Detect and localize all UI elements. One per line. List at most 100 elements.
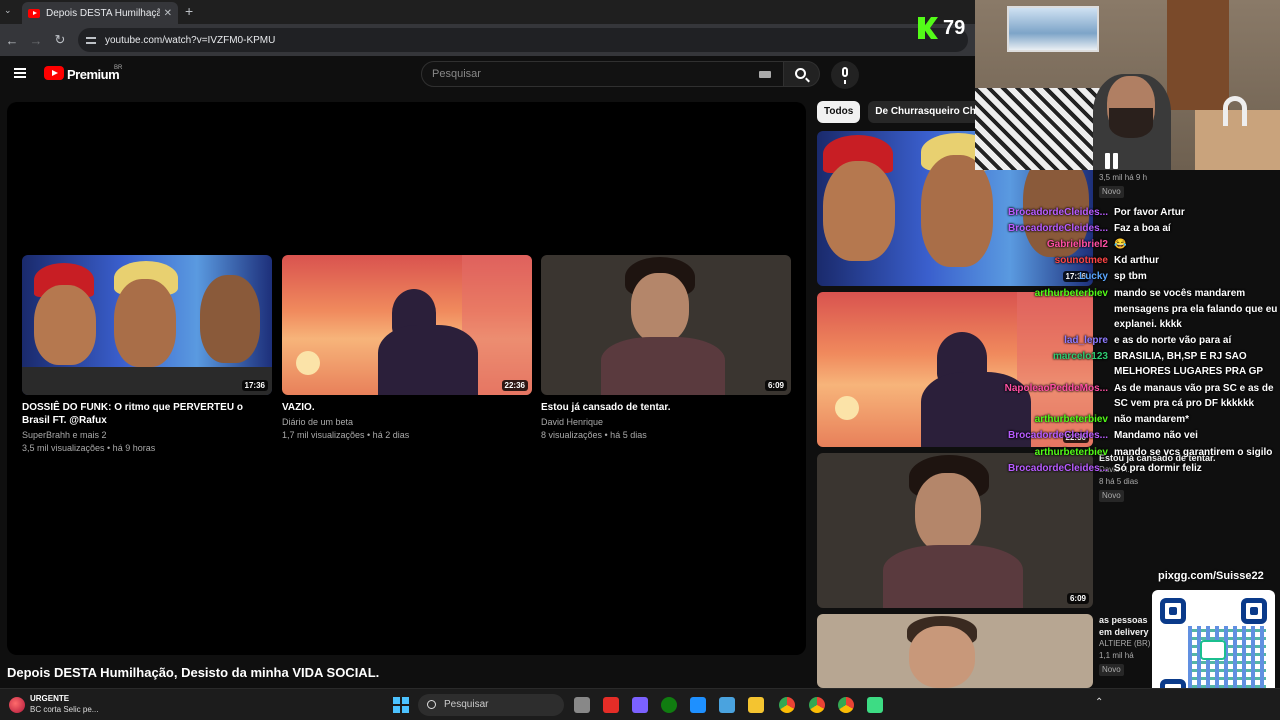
donation-link: pixgg.com/Suisse22 xyxy=(1158,570,1264,582)
chat-text: MELHORES LUGARES PRA GP xyxy=(1114,366,1264,377)
keyboard-icon[interactable] xyxy=(759,71,771,78)
endscreen-channel[interactable]: SuperBrahh e mais 2 xyxy=(22,429,272,442)
chat-username[interactable]: arthurbeterbiev xyxy=(1035,288,1108,299)
browser-tabstrip: ⌄ Depois DESTA Humilhação, Des ✕ + xyxy=(0,0,975,24)
endscreen-title[interactable]: Estou já cansado de tentar. xyxy=(541,401,791,414)
site-info-icon[interactable] xyxy=(86,35,96,45)
new-badge: Novo xyxy=(1099,664,1124,676)
sidebar-video-info[interactable]: 3,5 mil há 9 h Novo xyxy=(1099,172,1147,198)
sidebar-thumbnail[interactable] xyxy=(817,614,1093,688)
search-icon xyxy=(427,700,436,709)
video-duration: 17:36 xyxy=(241,380,268,391)
chat-text: mando se vcs garantirem o sigilo xyxy=(1114,447,1273,458)
app-icon[interactable] xyxy=(867,697,883,713)
start-icon[interactable] xyxy=(393,697,409,713)
tab-close-icon[interactable]: ✕ xyxy=(164,8,172,19)
windows-taskbar: URGENTE BC corta Selic pe... Pesquisar ⌃ xyxy=(0,688,1280,720)
chrome-icon[interactable] xyxy=(779,697,795,713)
endscreen-stats: 3,5 mil visualizações • há 9 horas xyxy=(22,443,156,453)
headset-icon xyxy=(1223,96,1247,126)
endscreen-thumbnail[interactable]: 17:36 xyxy=(22,255,272,395)
viewer-count: 79 xyxy=(943,17,966,39)
endscreen-stats: 8 visualizações • há 5 dias xyxy=(541,430,647,440)
reload-icon[interactable]: ↻ xyxy=(48,32,72,48)
chat-username[interactable]: BrocadordeCleides... xyxy=(1008,223,1108,234)
search-placeholder: Pesquisar xyxy=(432,68,481,80)
qr-logo-icon xyxy=(1200,640,1226,660)
tab-title: Depois DESTA Humilhação, Des xyxy=(46,7,160,19)
qr-finder-icon xyxy=(1241,598,1267,624)
chat-text: Só pra dormir feliz xyxy=(1114,463,1202,474)
chat-username[interactable]: arthurbeterbiev xyxy=(1035,414,1108,425)
xbox-icon[interactable] xyxy=(661,697,677,713)
microphone-icon xyxy=(842,67,848,84)
chrome-icon[interactable] xyxy=(809,697,825,713)
youtube-app-icon[interactable] xyxy=(603,697,619,713)
sidebar-video-info[interactable]: as pessoas em delivery ALTIERE (BR) 1,1 m… xyxy=(1099,614,1150,676)
news-subtitle[interactable]: BC corta Selic pe... xyxy=(30,705,98,714)
chat-username[interactable]: BrocadordeCleides... xyxy=(1008,207,1108,218)
sidebar-channel[interactable]: ALTIERE (BR) xyxy=(1099,638,1150,650)
sidebar-title[interactable]: as pessoas em delivery xyxy=(1099,614,1150,638)
new-tab-icon[interactable]: + xyxy=(185,3,193,19)
sidebar-video-info[interactable]: Estou já cansado de tentar. David H... 8… xyxy=(1099,452,1216,502)
back-icon[interactable]: ← xyxy=(0,33,24,48)
endscreen-title[interactable]: VAZIO. xyxy=(282,401,532,414)
address-bar[interactable]: youtube.com/watch?v=IVZFM0-KPMU xyxy=(78,28,968,52)
news-headline[interactable]: URGENTE xyxy=(30,694,69,703)
app-icon[interactable] xyxy=(719,697,735,713)
chat-text: Por favor Artur xyxy=(1114,207,1185,218)
chat-username[interactable]: marcelo123 xyxy=(1053,351,1108,362)
browser-tab[interactable]: Depois DESTA Humilhação, Des ✕ xyxy=(22,2,178,24)
task-view-icon[interactable] xyxy=(574,697,590,713)
sidebar-stats: 3,5 mil há 9 h xyxy=(1099,173,1148,182)
qr-finder-icon xyxy=(1160,598,1186,624)
endscreen-card[interactable]: 22:36 VAZIO. Diário de um beta 1,7 mil v… xyxy=(282,255,532,442)
chat-username[interactable]: arthurbeterbiev xyxy=(1035,447,1108,458)
notepad-icon[interactable] xyxy=(690,697,706,713)
endscreen-channel[interactable]: Diário de um beta xyxy=(282,416,532,429)
endscreen-channel[interactable]: David Henrique xyxy=(541,416,791,429)
chat-text: mando se vocês mandarem xyxy=(1114,288,1246,299)
chat-username[interactable]: BrocadordeCleides... xyxy=(1008,463,1108,474)
endscreen-card[interactable]: 6:09 Estou já cansado de tentar. David H… xyxy=(541,255,791,442)
chat-text: não mandarem* xyxy=(1114,414,1190,425)
chip-all[interactable]: Todos xyxy=(817,101,861,123)
video-duration: 6:09 xyxy=(1066,593,1089,604)
endscreen-card[interactable]: 17:36 DOSSIÊ DO FUNK: O ritmo que PERVER… xyxy=(22,255,272,455)
chat-text: Faz a boa aí xyxy=(1114,223,1171,234)
taskbar-search[interactable]: Pesquisar xyxy=(418,694,564,716)
menu-icon[interactable] xyxy=(14,68,26,78)
chat-text: explanei. kkkk xyxy=(1114,319,1182,330)
news-widget-icon[interactable] xyxy=(9,697,25,713)
new-badge: Novo xyxy=(1099,490,1124,502)
chat-text: 😂 xyxy=(1114,239,1127,250)
chat-text: mensagens pra ela falando que eu xyxy=(1114,304,1278,315)
chat-username[interactable]: sounotmee xyxy=(1055,255,1108,266)
chat-text: e as do norte vão para aí xyxy=(1114,335,1232,346)
youtube-logo-icon[interactable] xyxy=(44,66,64,80)
youtube-brand[interactable]: Premium xyxy=(67,67,120,82)
endscreen-thumbnail[interactable]: 22:36 xyxy=(282,255,532,395)
file-explorer-icon[interactable] xyxy=(748,697,764,713)
chrome-icon[interactable] xyxy=(838,697,854,713)
url-text: youtube.com/watch?v=IVZFM0-KPMU xyxy=(105,34,276,46)
chat-username[interactable]: BrocadordeCleides... xyxy=(1008,430,1108,441)
tab-search-icon[interactable]: ⌄ xyxy=(4,5,12,16)
region-code: BR xyxy=(114,65,123,71)
chat-username[interactable]: Lucky xyxy=(1079,271,1108,282)
endscreen-thumbnail[interactable]: 6:09 xyxy=(541,255,791,395)
app-icon[interactable] xyxy=(632,697,648,713)
search-button[interactable] xyxy=(784,61,820,87)
forward-icon[interactable]: → xyxy=(24,33,48,48)
tray-chevron-icon[interactable]: ⌃ xyxy=(1095,697,1103,708)
sidebar-thumbnail[interactable]: 6:09 xyxy=(817,453,1093,608)
screen: ⌄ Depois DESTA Humilhação, Des ✕ + ← → ↻… xyxy=(0,0,1280,720)
search-input[interactable]: Pesquisar xyxy=(421,61,784,87)
voice-search-button[interactable] xyxy=(831,61,859,89)
endscreen-title[interactable]: DOSSIÊ DO FUNK: O ritmo que PERVERTEU oB… xyxy=(22,401,272,427)
chat-username[interactable]: Gabrielbriel2 xyxy=(1047,239,1108,250)
browser-navbar: ← → ↻ youtube.com/watch?v=IVZFM0-KPMU xyxy=(0,24,975,56)
chat-username[interactable]: NapoleaoPeddeMos... xyxy=(1005,383,1108,394)
chat-username[interactable]: lad_lepre xyxy=(1064,335,1108,346)
